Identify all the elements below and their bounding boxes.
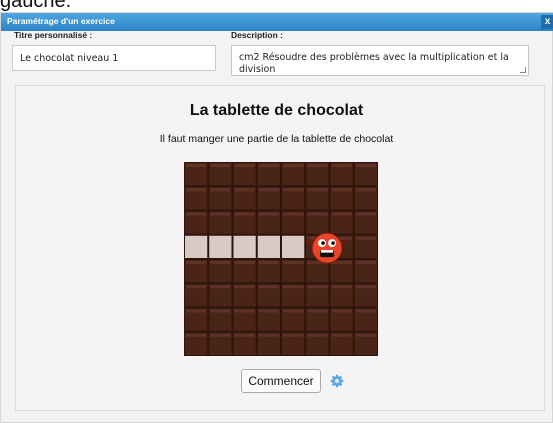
chocolate-square-highlight [283, 285, 304, 289]
description-field[interactable]: cm2 Résoudre des problèmes avec la multi… [231, 45, 529, 76]
game-subtitle: Il faut manger une partie de la tablette… [159, 133, 394, 145]
chocolate-square-highlight [331, 188, 352, 192]
chocolate-square-highlight [210, 309, 231, 313]
chocolate-square-highlight [355, 309, 376, 313]
chocolate-square-highlight [258, 188, 279, 192]
close-button[interactable]: x [541, 15, 553, 29]
eaten-square [257, 235, 280, 258]
chocolate-square-highlight [186, 333, 207, 337]
chocolate-square-highlight [355, 188, 376, 192]
chocolate-square-highlight [355, 261, 376, 264]
chocolate-square-highlight [258, 164, 279, 167]
chocolate-square-highlight [210, 212, 231, 216]
chocolate-square-highlight [283, 261, 304, 264]
eaten-square [233, 235, 256, 258]
chocolate-square-highlight [283, 164, 304, 167]
chocolate-bar-board[interactable] [184, 162, 378, 356]
chocolate-square-highlight [283, 212, 304, 216]
chocolate-square-highlight [186, 188, 207, 192]
chocolate-square-highlight [307, 164, 328, 167]
chocolate-square-highlight [186, 212, 207, 216]
chocolate-square-highlight [234, 212, 255, 216]
chocolate-square-highlight [210, 164, 231, 167]
chocolate-square-highlight [331, 285, 352, 289]
chocolate-square-highlight [355, 212, 376, 216]
chocolate-square-highlight [186, 309, 207, 313]
start-button[interactable]: Commencer [241, 369, 321, 393]
chocolate-square-highlight [234, 309, 255, 313]
chocolate-square-highlight [355, 236, 376, 240]
chocolate-square-highlight [283, 333, 304, 337]
gear-icon[interactable] [330, 374, 344, 388]
eaten-square [209, 235, 232, 258]
chocolate-square-highlight [186, 164, 207, 167]
custom-title-field[interactable]: Le chocolat niveau 1 [12, 45, 216, 71]
chocolate-square-highlight [234, 261, 255, 264]
chocolate-square-highlight [258, 212, 279, 216]
eaten-square [185, 235, 208, 258]
description-text: cm2 Résoudre des problèmes avec la multi… [239, 52, 509, 75]
dialog-title: Paramétrage d'un exercice [7, 16, 115, 26]
chocolate-square-highlight [307, 212, 328, 216]
chocolate-square-highlight [307, 188, 328, 192]
chocolate-square-highlight [307, 333, 328, 337]
chocolate-square-highlight [234, 188, 255, 192]
chocolate-bar-svg [184, 162, 378, 356]
chocolate-square-highlight [355, 333, 376, 337]
description-label: Description : [231, 30, 283, 40]
chocolate-square-highlight [258, 333, 279, 337]
custom-title-label: Titre personnalisé : [14, 30, 93, 40]
chocolate-square-highlight [234, 164, 255, 167]
chocolate-square-highlight [258, 309, 279, 313]
chocolate-square-highlight [210, 261, 231, 264]
eaten-square [282, 235, 305, 258]
chocolate-square-highlight [258, 261, 279, 264]
chocolate-square-highlight [307, 285, 328, 289]
chocolate-square-highlight [331, 333, 352, 337]
chocolate-square-highlight [331, 309, 352, 313]
chocolate-square-highlight [210, 188, 231, 192]
chocolate-square-highlight [331, 212, 352, 216]
chocolate-square-highlight [355, 285, 376, 289]
chocolate-square-highlight [186, 285, 207, 289]
close-icon: x [544, 16, 551, 27]
chocolate-square-highlight [210, 333, 231, 337]
chocolate-square-highlight [283, 309, 304, 313]
chocolate-square-highlight [331, 164, 352, 167]
chocolate-square-highlight [355, 164, 376, 167]
chocolate-square-highlight [234, 333, 255, 337]
chocolate-square-highlight [307, 309, 328, 313]
game-title: La tablette de chocolat [189, 102, 364, 119]
chocolate-square-highlight [283, 188, 304, 192]
chocolate-square-highlight [210, 285, 231, 289]
dialog-titlebar: Paramétrage d'un exercice x [1, 13, 553, 31]
chocolate-square-highlight [258, 285, 279, 289]
chocolate-square-highlight [234, 285, 255, 289]
chocolate-square-highlight [186, 261, 207, 264]
resize-handle[interactable] [520, 67, 526, 73]
